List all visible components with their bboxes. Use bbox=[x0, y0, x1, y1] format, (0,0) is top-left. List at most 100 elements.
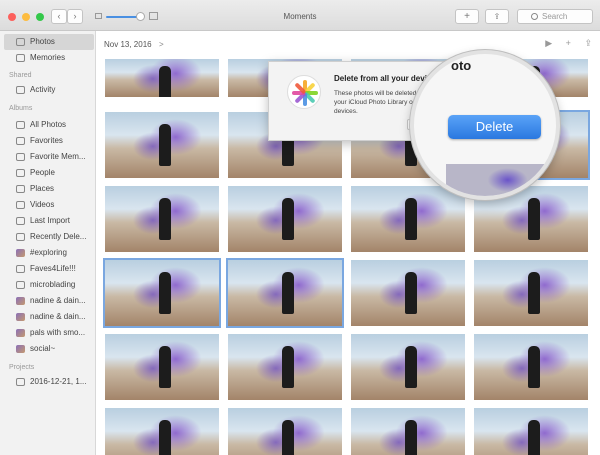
sidebar-item-album[interactable]: pals with smo... bbox=[4, 325, 94, 341]
zoom-in-icon bbox=[149, 12, 158, 20]
sidebar-item-album[interactable]: Recently Dele... bbox=[4, 229, 94, 245]
photo-subject bbox=[281, 197, 294, 240]
plus-icon[interactable]: + bbox=[566, 38, 571, 48]
zoom-window-button[interactable] bbox=[36, 13, 44, 21]
sidebar-item-album[interactable]: Videos bbox=[4, 197, 94, 213]
photo-thumbnail[interactable] bbox=[474, 334, 588, 400]
album-icon bbox=[16, 281, 25, 289]
add-button[interactable]: + bbox=[455, 9, 479, 24]
sidebar-item-label: People bbox=[30, 168, 55, 177]
search-icon bbox=[531, 13, 538, 20]
photo-subject bbox=[527, 271, 540, 314]
share-button[interactable]: ⇪ bbox=[485, 9, 509, 24]
photo-subject bbox=[404, 419, 417, 455]
slider-knob[interactable] bbox=[136, 12, 145, 21]
photo-thumbnail[interactable] bbox=[474, 260, 588, 326]
photo-thumbnail[interactable] bbox=[105, 408, 219, 455]
share-icon[interactable]: ⇪ bbox=[584, 38, 592, 48]
sidebar-item-memories[interactable]: Memories bbox=[4, 50, 94, 66]
photo-thumbnail[interactable] bbox=[351, 334, 465, 400]
photo-thumbnail[interactable] bbox=[105, 59, 219, 97]
sidebar-item-album[interactable]: nadine & dain... bbox=[4, 293, 94, 309]
sidebar-item-photos[interactable]: Photos bbox=[4, 34, 94, 50]
photo-subject bbox=[404, 271, 417, 314]
magnifier-callout: oto Delete bbox=[410, 50, 560, 200]
photo-subject bbox=[158, 271, 171, 314]
sidebar-item-album[interactable]: Faves4Life!!! bbox=[4, 261, 94, 277]
photo-thumbnail[interactable] bbox=[474, 408, 588, 455]
photo-subject bbox=[281, 345, 294, 388]
shared-header: Shared bbox=[9, 72, 32, 79]
sidebar-item-activity[interactable]: Activity bbox=[4, 82, 94, 98]
delete-button[interactable]: Delete bbox=[448, 115, 541, 139]
photo-thumbnail[interactable] bbox=[351, 260, 465, 326]
heart-icon bbox=[16, 137, 25, 145]
sidebar-item-label: Activity bbox=[30, 85, 56, 94]
memories-icon bbox=[16, 54, 25, 62]
photo-thumbnail[interactable] bbox=[228, 408, 342, 455]
trash-icon bbox=[16, 233, 25, 241]
photo-thumbnail[interactable] bbox=[103, 258, 221, 328]
back-button[interactable]: ‹ bbox=[51, 9, 67, 24]
close-window-button[interactable] bbox=[8, 13, 16, 21]
photo-subject bbox=[404, 345, 417, 388]
sidebar-item-album[interactable]: Favorites bbox=[4, 133, 94, 149]
photo-thumbnail[interactable] bbox=[228, 334, 342, 400]
zoom-out-icon bbox=[95, 13, 102, 19]
albums-header: Albums bbox=[9, 105, 33, 112]
sidebar-item-project[interactable]: 2016-12-21, 1... bbox=[4, 374, 94, 390]
chevron-right-icon[interactable]: > bbox=[159, 40, 164, 49]
window-title: Moments bbox=[283, 12, 317, 21]
heart-icon bbox=[16, 153, 25, 161]
album-thumb-icon bbox=[16, 313, 25, 321]
sidebar-item-label: Favorites bbox=[30, 136, 63, 145]
pin-icon bbox=[16, 185, 25, 193]
photo-thumbnail[interactable] bbox=[228, 186, 342, 252]
moment-toolbar: ▶ + ⇪ bbox=[534, 38, 592, 49]
photo-subject bbox=[281, 419, 294, 455]
minimize-window-button[interactable] bbox=[22, 13, 30, 21]
photo-subject bbox=[158, 419, 171, 455]
sidebar-item-album[interactable]: People bbox=[4, 165, 94, 181]
sidebar-item-album[interactable]: Favorite Mem... bbox=[4, 149, 94, 165]
sidebar-item-label: Photos bbox=[30, 37, 55, 46]
sidebar-item-album[interactable]: social~ bbox=[4, 341, 94, 357]
project-icon bbox=[16, 378, 25, 386]
sidebar-item-label: nadine & dain... bbox=[30, 312, 86, 321]
photo-thumbnail[interactable] bbox=[226, 258, 344, 328]
window-titlebar: ‹ › Moments + ⇪ Search bbox=[0, 0, 600, 31]
forward-button[interactable]: › bbox=[67, 9, 83, 24]
sidebar-item-album[interactable]: nadine & dain... bbox=[4, 309, 94, 325]
sidebar-item-album[interactable]: microblading bbox=[4, 277, 94, 293]
magnified-title: oto bbox=[451, 58, 472, 73]
photo-subject bbox=[281, 271, 294, 314]
sidebar-item-album[interactable]: #exploring bbox=[4, 245, 94, 261]
sidebar-item-label: Memories bbox=[30, 53, 66, 62]
sidebar-item-album[interactable]: Places bbox=[4, 181, 94, 197]
photo-subject bbox=[527, 419, 540, 455]
cloud-icon bbox=[16, 86, 25, 94]
album-thumb-icon bbox=[16, 249, 25, 257]
photo-subject bbox=[404, 197, 417, 240]
photo-thumbnail[interactable] bbox=[105, 112, 219, 178]
person-icon bbox=[16, 169, 25, 177]
sidebar-item-label: social~ bbox=[30, 344, 56, 353]
magnified-photo bbox=[446, 164, 556, 196]
photo-subject bbox=[158, 123, 171, 166]
sidebar-item-label: Faves4Life!!! bbox=[30, 264, 76, 273]
chevron-left-icon: ‹ bbox=[57, 11, 61, 21]
photo-thumbnail[interactable] bbox=[105, 186, 219, 252]
sidebar-item-label: Favorite Mem... bbox=[30, 152, 86, 161]
sidebar-item-album[interactable]: Last Import bbox=[4, 213, 94, 229]
sidebar-item-label: 2016-12-21, 1... bbox=[30, 377, 87, 386]
photo-thumbnail[interactable] bbox=[105, 334, 219, 400]
play-icon[interactable]: ▶ bbox=[545, 38, 552, 48]
photo-thumbnail[interactable] bbox=[351, 408, 465, 455]
sidebar-item-label: #exploring bbox=[30, 248, 67, 257]
sidebar: Photos Memories Shared Activity Albums A… bbox=[0, 31, 96, 455]
sidebar-item-label: All Photos bbox=[30, 120, 67, 129]
sidebar-item-album[interactable]: All Photos bbox=[4, 117, 94, 133]
photos-app-icon bbox=[287, 75, 321, 109]
search-field[interactable]: Search bbox=[517, 9, 593, 24]
photo-grid-area: Nov 13, 2016 > ▶ + ⇪ Delete from all you… bbox=[97, 31, 600, 455]
